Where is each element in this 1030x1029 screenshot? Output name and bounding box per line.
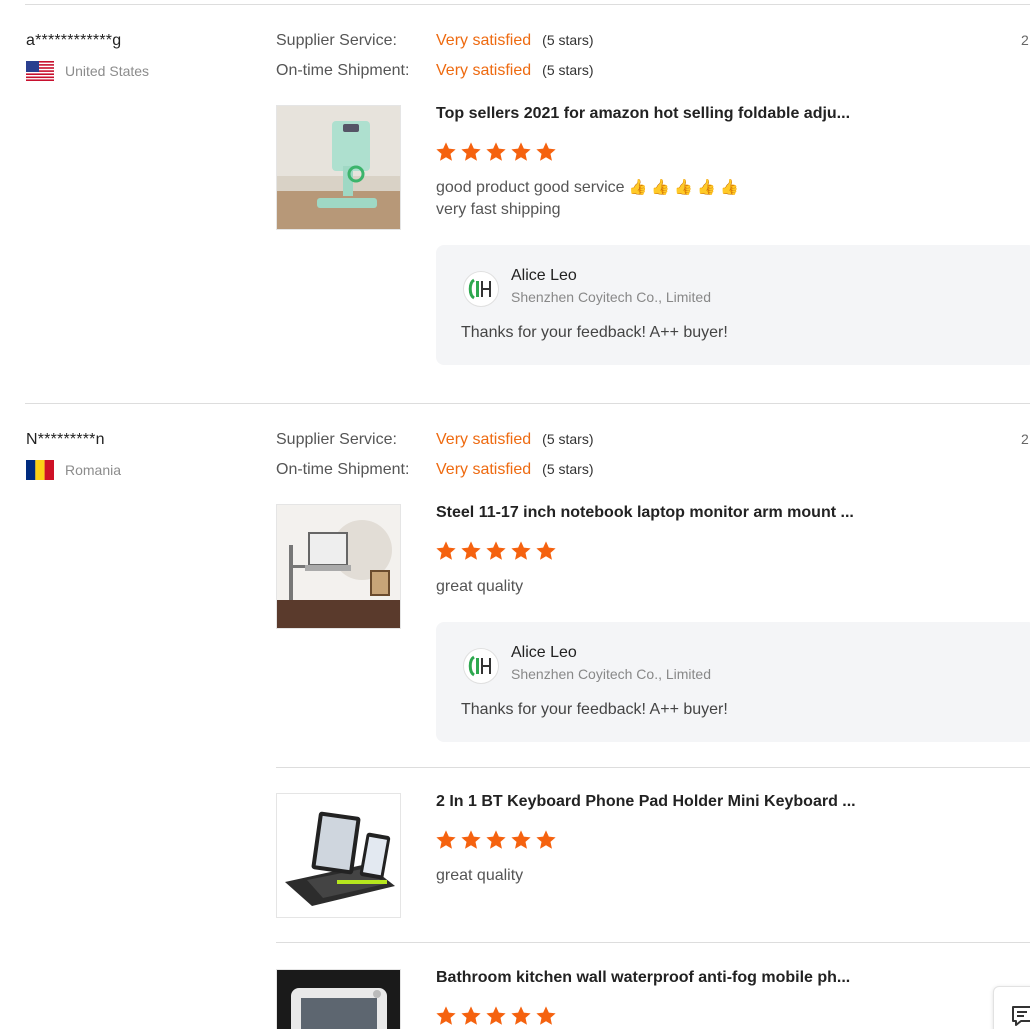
romania-flag-icon (26, 460, 54, 480)
reviewed-product: 2 In 1 BT Keyboard Phone Pad Holder Mini… (276, 793, 1030, 919)
rating-value: Very satisfied (436, 62, 532, 79)
star-icon (486, 830, 506, 849)
star-icon (511, 1006, 531, 1025)
product-thumbnail[interactable] (276, 793, 401, 918)
star-icon (511, 830, 531, 849)
product-star-rating (435, 141, 560, 163)
star-icon (511, 142, 531, 161)
rating-stars-text: (5 stars) (542, 461, 594, 477)
star-icon (436, 830, 456, 849)
rating-value: Very satisfied (436, 431, 532, 448)
star-icon (536, 830, 556, 849)
rating-value: Very satisfied (436, 461, 532, 478)
review-date: 2 (1021, 431, 1029, 447)
us-flag-icon (26, 61, 54, 81)
rating-stars-text: (5 stars) (542, 62, 594, 78)
rating-label: On-time Shipment: (276, 62, 410, 79)
star-icon (461, 142, 481, 161)
divider (276, 942, 1030, 943)
shipment-rating: On-time Shipment: Very satisfied (5 star… (276, 461, 594, 479)
product-star-rating (435, 1005, 560, 1027)
star-icon (536, 142, 556, 161)
reviewed-product: Steel 11-17 inch notebook laptop monitor… (276, 504, 1030, 630)
reply-company-name: Shenzhen Coyitech Co., Limited (511, 289, 711, 305)
rating-label: Supplier Service: (276, 431, 397, 448)
reviewed-product: Bathroom kitchen wall waterproof anti-fo… (276, 969, 1030, 1029)
rating-label: Supplier Service: (276, 32, 397, 49)
rating-label: On-time Shipment: (276, 461, 410, 478)
reply-company-name: Shenzhen Coyitech Co., Limited (511, 666, 711, 682)
star-icon (486, 1006, 506, 1025)
star-icon (511, 541, 531, 560)
supplier-service-rating: Supplier Service: Very satisfied (5 star… (276, 431, 594, 449)
product-star-rating (435, 829, 560, 851)
review-comment: great quality (436, 576, 523, 598)
comment-text: very fast shipping (436, 201, 561, 218)
buyer-country: Romania (26, 460, 121, 480)
star-icon (436, 541, 456, 560)
chat-icon (1012, 1006, 1030, 1026)
comment-text: good product good service (436, 179, 625, 196)
reviewed-product: Top sellers 2021 for amazon hot selling … (276, 105, 1030, 231)
thumbs-up-emoji: 👍 👍 👍 👍 👍 (628, 179, 739, 196)
star-icon (461, 830, 481, 849)
star-icon (436, 142, 456, 161)
country-name: United States (65, 63, 150, 79)
product-thumbnail[interactable] (276, 504, 401, 629)
product-title[interactable]: Top sellers 2021 for amazon hot selling … (436, 105, 850, 123)
product-title[interactable]: Steel 11-17 inch notebook laptop monitor… (436, 504, 854, 522)
reply-author-name: Alice Leo (511, 644, 577, 661)
reply-text: Thanks for your feedback! A++ buyer! (461, 324, 728, 341)
divider (25, 403, 1030, 404)
rating-stars-text: (5 stars) (542, 431, 594, 447)
buyer-name: a************g (26, 32, 122, 49)
star-icon (436, 1006, 456, 1025)
supplier-reply: Alice Leo Shenzhen Coyitech Co., Limited… (436, 622, 1030, 742)
buyer-name: N*********n (26, 431, 105, 448)
star-icon (536, 1006, 556, 1025)
product-title[interactable]: Bathroom kitchen wall waterproof anti-fo… (436, 969, 850, 987)
divider (25, 4, 1030, 5)
reply-author-name: Alice Leo (511, 267, 577, 284)
review-comment: great quality (436, 865, 523, 887)
shipment-rating: On-time Shipment: Very satisfied (5 star… (276, 62, 594, 80)
supplier-service-rating: Supplier Service: Very satisfied (5 star… (276, 32, 594, 50)
supplier-logo-icon (463, 271, 499, 307)
divider (276, 767, 1030, 768)
star-icon (461, 1006, 481, 1025)
review-comment: good product good service 👍 👍 👍 👍 👍 very … (436, 177, 739, 221)
review-date: 2 (1021, 32, 1029, 48)
comment-text: great quality (436, 578, 524, 595)
rating-value: Very satisfied (436, 32, 532, 49)
star-icon (486, 142, 506, 161)
product-star-rating (435, 540, 560, 562)
comment-text: great quality (436, 867, 524, 884)
chat-button[interactable] (993, 986, 1030, 1029)
star-icon (536, 541, 556, 560)
star-icon (486, 541, 506, 560)
supplier-logo-icon (463, 648, 499, 684)
star-icon (461, 541, 481, 560)
product-thumbnail[interactable] (276, 105, 401, 230)
rating-stars-text: (5 stars) (542, 32, 594, 48)
reply-text: Thanks for your feedback! A++ buyer! (461, 701, 728, 718)
buyer-country: United States (26, 61, 149, 81)
product-thumbnail[interactable] (276, 969, 401, 1029)
country-name: Romania (65, 462, 122, 478)
product-title[interactable]: 2 In 1 BT Keyboard Phone Pad Holder Mini… (436, 793, 856, 811)
supplier-reply: Alice Leo Shenzhen Coyitech Co., Limited… (436, 245, 1030, 365)
